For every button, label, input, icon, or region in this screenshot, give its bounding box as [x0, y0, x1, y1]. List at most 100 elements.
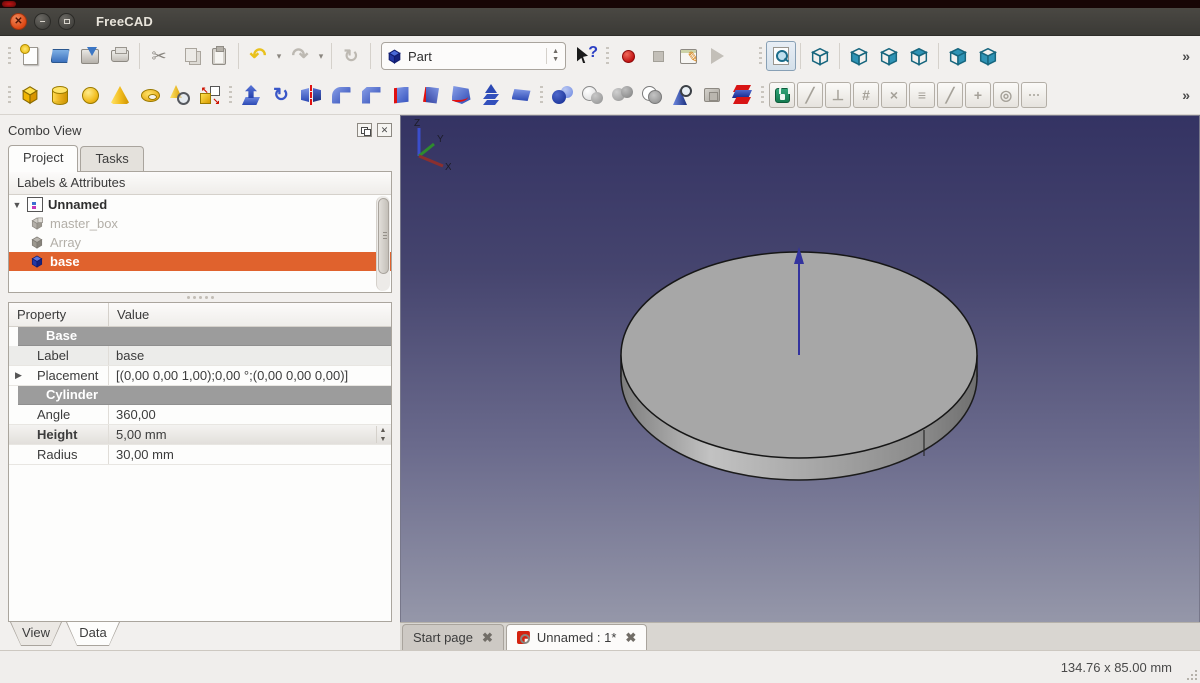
check-geometry-button[interactable] [667, 80, 697, 110]
shape-builder-button[interactable]: ↖↘ [195, 80, 225, 110]
fillet-button[interactable] [326, 80, 356, 110]
part-sphere-button[interactable] [75, 80, 105, 110]
property-group-base[interactable]: Base [18, 327, 391, 346]
property-value[interactable]: 5,00 mm [109, 425, 391, 444]
copy-button[interactable] [174, 41, 204, 71]
front-view-button[interactable] [844, 41, 874, 71]
3d-viewport[interactable]: Z Y X [400, 115, 1200, 622]
tab-view[interactable]: View [10, 622, 62, 646]
macro-stop-button[interactable] [643, 41, 673, 71]
property-value[interactable]: 360,00 [109, 405, 391, 424]
workbench-selector[interactable]: Part ▲▼ [381, 42, 566, 70]
toolbar-grip[interactable] [759, 47, 762, 65]
print-button[interactable] [105, 41, 135, 71]
expander-icon[interactable]: ▼ [9, 200, 25, 210]
create-primitives-button[interactable] [165, 80, 195, 110]
scrollbar-thumb[interactable] [378, 198, 389, 274]
property-row-angle[interactable]: Angle 360,00 [9, 405, 391, 425]
loft-button[interactable] [476, 80, 506, 110]
height-spinbox-arrows[interactable]: ▲▼ [376, 426, 389, 443]
cut-button[interactable]: ✂ [144, 41, 174, 71]
measure-toggle-all-button[interactable] [769, 82, 795, 108]
expander-icon[interactable]: ▶ [15, 366, 22, 385]
save-document-button[interactable] [75, 41, 105, 71]
toolbar-grip[interactable] [606, 47, 609, 65]
measure-refresh-button[interactable]: # [853, 82, 879, 108]
toolbar-grip[interactable] [540, 86, 543, 104]
window-close-button[interactable]: ✕ [10, 13, 27, 30]
panel-close-button[interactable]: ✕ [377, 123, 392, 137]
new-document-button[interactable] [15, 41, 45, 71]
defeaturing-button[interactable] [697, 80, 727, 110]
property-row-label[interactable]: Label base [9, 346, 391, 366]
tab-tasks[interactable]: Tasks [80, 146, 143, 171]
tab-start-page[interactable]: Start page ✖ [402, 624, 504, 650]
axonometric-view-button[interactable] [805, 41, 835, 71]
toolbar-overflow-chevron[interactable]: » [1182, 87, 1190, 103]
redo-dropdown-button[interactable]: ▾ [315, 41, 327, 71]
fit-all-button[interactable] [766, 41, 796, 71]
rear-view-button[interactable] [943, 41, 973, 71]
tree-scrollbar[interactable] [376, 196, 390, 291]
boolean-cut-button[interactable] [577, 80, 607, 110]
tree-item-array[interactable]: Array [9, 233, 391, 252]
macro-edit-button[interactable] [673, 41, 703, 71]
part-cone-button[interactable] [105, 80, 135, 110]
workbench-spinner[interactable]: ▲▼ [546, 48, 559, 63]
undo-button[interactable]: ↶ [243, 41, 273, 71]
part-cylinder-button[interactable] [45, 80, 75, 110]
panel-float-button[interactable] [357, 123, 372, 137]
toolbar-grip[interactable] [761, 86, 764, 104]
chamfer-button[interactable] [356, 80, 386, 110]
property-group-cylinder[interactable]: Cylinder [18, 386, 391, 405]
revolve-button[interactable]: ↻ [266, 80, 296, 110]
toolbar-grip[interactable] [8, 86, 11, 104]
thickness-button[interactable] [506, 80, 536, 110]
measure-angular-button[interactable]: ⊥ [825, 82, 851, 108]
refresh-button[interactable]: ↻ [336, 41, 366, 71]
left-view-button[interactable] [973, 41, 1003, 71]
redo-button[interactable]: ↷ [285, 41, 315, 71]
panel-splitter[interactable] [8, 293, 392, 302]
measure-toggle-circle-button[interactable]: ◎ [993, 82, 1019, 108]
tree-item-document[interactable]: ▼ Unnamed [9, 195, 391, 214]
make-face-button[interactable] [386, 80, 416, 110]
ruled-surface-button[interactable] [416, 80, 446, 110]
close-tab-icon[interactable]: ✖ [625, 630, 636, 646]
boolean-button[interactable] [547, 80, 577, 110]
measure-toggle-ortho-button[interactable]: + [965, 82, 991, 108]
property-value[interactable]: base [109, 346, 391, 365]
property-value[interactable]: 30,00 mm [109, 445, 391, 464]
measure-linear-button[interactable]: ╱ [797, 82, 823, 108]
toolbar-grip[interactable] [8, 47, 11, 65]
boolean-intersection-button[interactable] [637, 80, 667, 110]
window-maximize-button[interactable] [58, 13, 75, 30]
property-value[interactable]: [(0,00 0,00 1,00);0,00 °;(0,00 0,00 0,00… [109, 366, 391, 385]
part-box-button[interactable] [15, 80, 45, 110]
paste-button[interactable] [204, 41, 234, 71]
top-view-button[interactable] [904, 41, 934, 71]
undo-dropdown-button[interactable]: ▾ [273, 41, 285, 71]
property-row-radius[interactable]: Radius 30,00 mm [9, 445, 391, 465]
toolbar-grip[interactable] [229, 86, 232, 104]
cross-sections-button[interactable] [727, 80, 757, 110]
measure-toggle-delta-button[interactable]: ╱ [937, 82, 963, 108]
open-document-button[interactable] [45, 41, 75, 71]
macro-execute-button[interactable] [703, 41, 733, 71]
boolean-union-button[interactable] [607, 80, 637, 110]
mirror-button[interactable] [296, 80, 326, 110]
toolbar-overflow-chevron[interactable]: » [1182, 48, 1190, 64]
tree-item-master-box[interactable]: master_box [9, 214, 391, 233]
tab-unnamed-document[interactable]: Unnamed : 1* ✖ [506, 624, 647, 650]
part-torus-button[interactable] [135, 80, 165, 110]
right-view-button[interactable] [874, 41, 904, 71]
measure-more-button[interactable] [1021, 82, 1047, 108]
measure-clear-all-button[interactable]: × [881, 82, 907, 108]
macro-record-button[interactable] [613, 41, 643, 71]
measure-toggle-3d-button[interactable]: ≡ [909, 82, 935, 108]
tree-item-base[interactable]: base [9, 252, 391, 271]
whats-this-button[interactable] [572, 41, 602, 71]
close-tab-icon[interactable]: ✖ [482, 630, 493, 646]
property-row-placement[interactable]: ▶ Placement [(0,00 0,00 1,00);0,00 °;(0,… [9, 366, 391, 386]
property-row-height[interactable]: Height 5,00 mm ▲▼ [9, 425, 391, 445]
